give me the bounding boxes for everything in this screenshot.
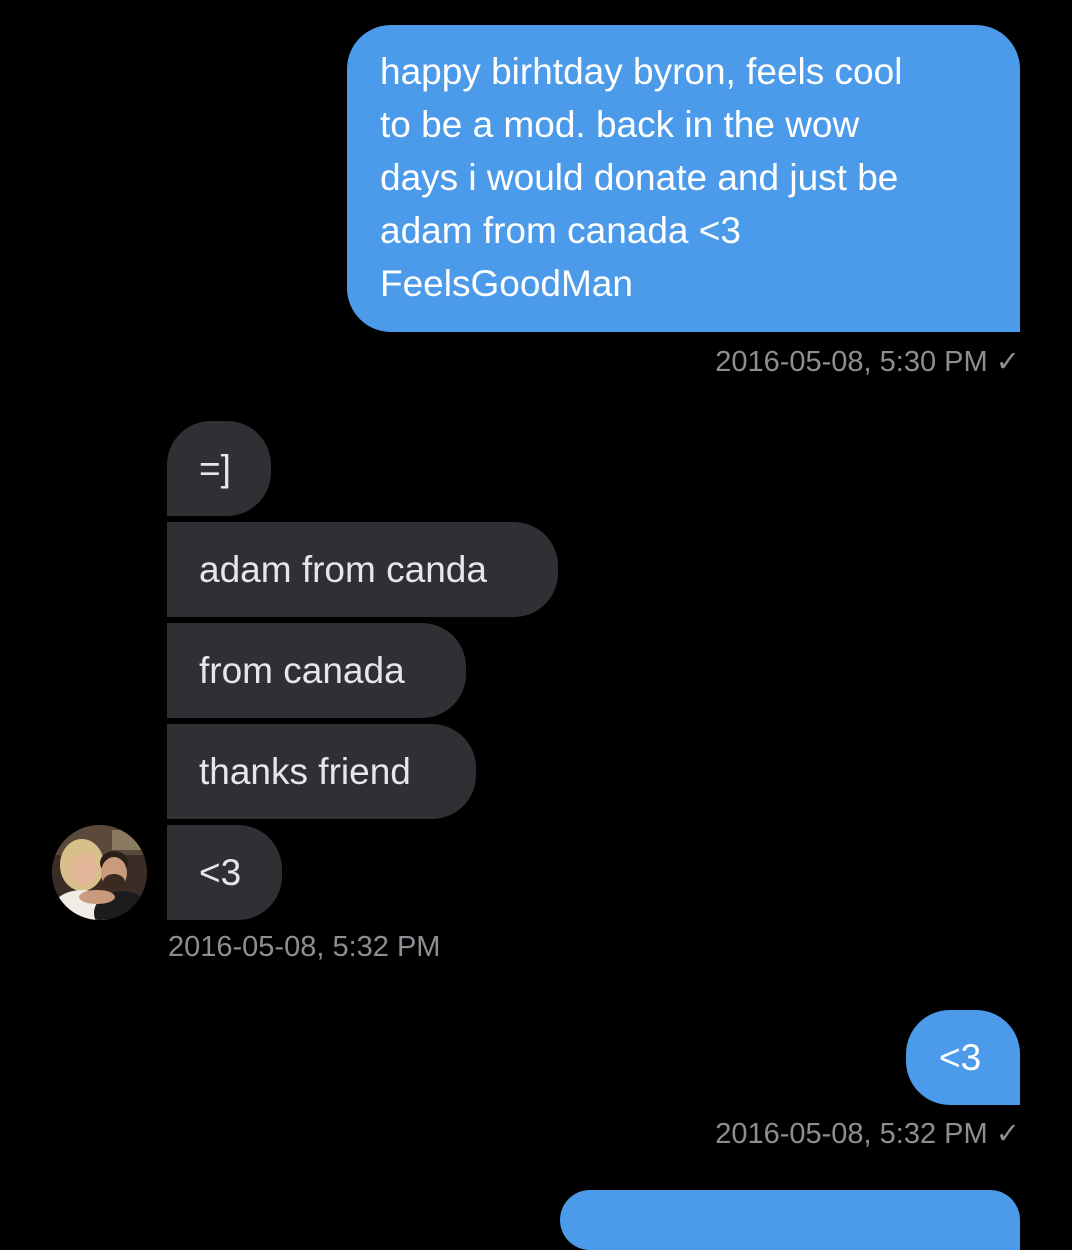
message-text: from canada <box>199 650 405 691</box>
incoming-message-bubble[interactable]: adam from canda <box>167 522 558 617</box>
timestamp-text: 2016-05-08, 5:32 PM <box>168 931 441 963</box>
sent-check-icon: ✓ <box>995 346 1020 378</box>
outgoing-message-bubble[interactable]: happy birhtday byron, feels cool to be a… <box>347 25 1020 332</box>
outgoing-message-bubble[interactable] <box>560 1190 1020 1250</box>
incoming-message-bubble[interactable]: from canada <box>167 623 466 718</box>
message-line: FeelsGoodMan <box>380 263 633 304</box>
message-timestamp: 2016-05-08, 5:32 PM <box>168 931 440 964</box>
message-text: =] <box>199 448 231 489</box>
message-text: adam from canda <box>199 549 487 590</box>
message-text: <3 <box>199 852 242 893</box>
message-line: to be a mod. back in the wow <box>380 104 860 145</box>
message-timestamp: 2016-05-08, 5:32 PM ✓ <box>715 1116 1020 1151</box>
outgoing-message-bubble[interactable]: <3 <box>906 1010 1020 1105</box>
message-line: adam from canada <3 <box>380 210 741 251</box>
incoming-message-bubble[interactable]: thanks friend <box>167 724 476 819</box>
incoming-message-bubble[interactable]: =] <box>167 421 271 516</box>
message-text: thanks friend <box>199 751 411 792</box>
incoming-message-bubble[interactable]: <3 <box>167 825 282 920</box>
sent-check-icon: ✓ <box>995 1118 1020 1150</box>
avatar-photo <box>52 825 147 920</box>
message-timestamp: 2016-05-08, 5:30 PM ✓ <box>715 344 1020 379</box>
message-text: <3 <box>939 1037 982 1078</box>
message-line: happy birhtday byron, feels cool <box>380 51 903 92</box>
timestamp-text: 2016-05-08, 5:30 PM <box>715 346 988 378</box>
timestamp-text: 2016-05-08, 5:32 PM <box>715 1118 988 1150</box>
message-line: days i would donate and just be <box>380 157 899 198</box>
avatar[interactable] <box>52 825 147 920</box>
